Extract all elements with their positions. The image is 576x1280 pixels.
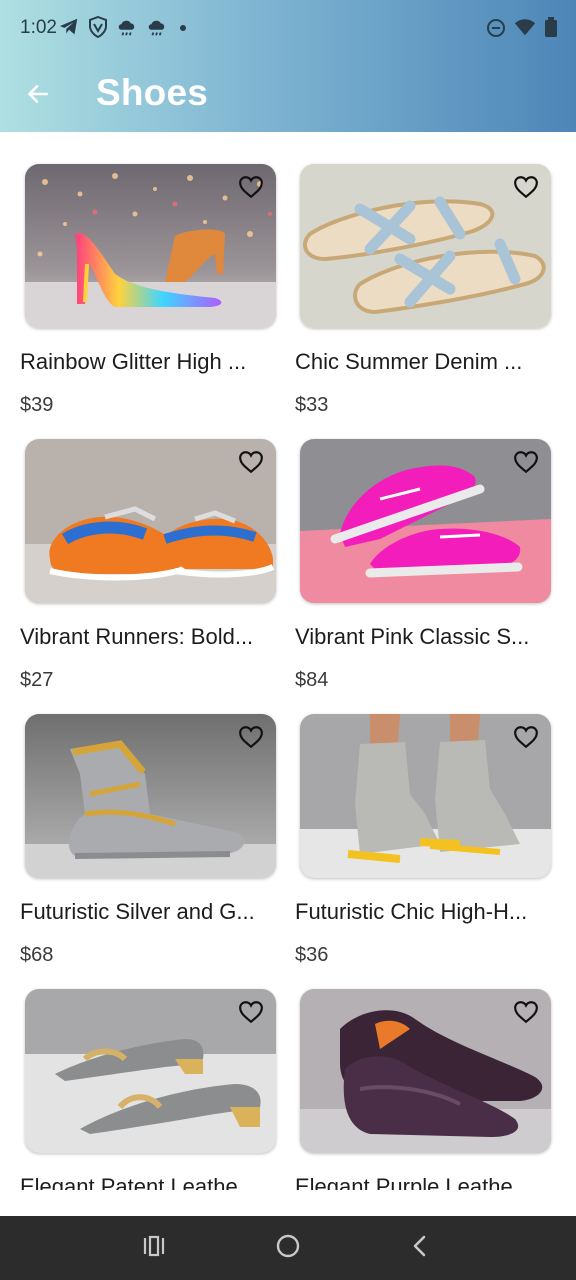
product-name: Elegant Patent Leathe bbox=[20, 1174, 238, 1190]
nav-back-button[interactable] bbox=[400, 1230, 440, 1266]
heart-outline-icon bbox=[513, 1000, 539, 1029]
product-price: $39 bbox=[20, 394, 54, 416]
product-card[interactable]: Vibrant Runners: Bold... $27 bbox=[20, 439, 285, 709]
rain-cloud-icon bbox=[146, 16, 168, 38]
product-image[interactable] bbox=[25, 989, 276, 1153]
wifi-icon bbox=[514, 16, 536, 38]
product-grid[interactable]: Rainbow Glitter High ... $39 Chic Summer… bbox=[0, 132, 576, 1190]
product-price: $68 bbox=[20, 944, 54, 966]
product-card[interactable]: Elegant Patent Leathe bbox=[20, 989, 285, 1190]
product-image[interactable] bbox=[300, 714, 551, 878]
page-title: Shoes bbox=[96, 72, 209, 113]
favorite-button[interactable] bbox=[511, 724, 541, 754]
back-icon bbox=[409, 1234, 431, 1263]
product-card[interactable]: Futuristic Silver and G... $68 bbox=[20, 714, 285, 984]
app-header: 1:02 Shoes bbox=[0, 0, 576, 132]
status-bar: 1:02 bbox=[0, 0, 576, 58]
product-image[interactable] bbox=[300, 989, 551, 1153]
product-name: Chic Summer Denim ... bbox=[295, 349, 523, 374]
product-image[interactable] bbox=[300, 164, 551, 328]
status-time: 1:02 bbox=[20, 17, 57, 38]
product-card[interactable]: Rainbow Glitter High ... $39 bbox=[20, 164, 285, 434]
favorite-button[interactable] bbox=[236, 449, 266, 479]
product-image[interactable] bbox=[25, 164, 276, 328]
product-name: Vibrant Pink Classic S... bbox=[295, 624, 530, 649]
favorite-button[interactable] bbox=[511, 449, 541, 479]
favorite-button[interactable] bbox=[236, 999, 266, 1029]
recent-apps-button[interactable] bbox=[134, 1230, 174, 1266]
product-name: Vibrant Runners: Bold... bbox=[20, 624, 254, 649]
favorite-button[interactable] bbox=[236, 174, 266, 204]
favorite-button[interactable] bbox=[511, 999, 541, 1029]
status-icons-right bbox=[486, 16, 558, 38]
home-button[interactable] bbox=[268, 1230, 308, 1266]
product-image[interactable] bbox=[300, 439, 551, 603]
heart-outline-icon bbox=[513, 175, 539, 204]
product-card[interactable]: Chic Summer Denim ... $33 bbox=[295, 164, 560, 434]
product-card[interactable]: Vibrant Pink Classic S... $84 bbox=[295, 439, 560, 709]
heart-outline-icon bbox=[238, 1000, 264, 1029]
product-name: Futuristic Chic High-H... bbox=[295, 899, 528, 924]
favorite-button[interactable] bbox=[511, 174, 541, 204]
arrow-left-icon bbox=[25, 81, 51, 112]
product-name: Rainbow Glitter High ... bbox=[20, 349, 247, 374]
product-price: $27 bbox=[20, 669, 54, 691]
back-button[interactable] bbox=[18, 76, 58, 116]
product-price: $33 bbox=[295, 394, 329, 416]
telegram-icon bbox=[58, 16, 80, 38]
vpn-shield-icon bbox=[88, 16, 108, 38]
product-price: $84 bbox=[295, 669, 329, 691]
home-icon bbox=[275, 1233, 301, 1264]
heart-outline-icon bbox=[513, 450, 539, 479]
battery-icon bbox=[544, 16, 558, 38]
heart-outline-icon bbox=[238, 175, 264, 204]
rain-cloud-icon bbox=[116, 16, 138, 38]
product-name: Futuristic Silver and G... bbox=[20, 899, 255, 924]
product-name: Elegant Purple Leathe bbox=[295, 1174, 513, 1190]
heart-outline-icon bbox=[238, 725, 264, 754]
heart-outline-icon bbox=[513, 725, 539, 754]
product-card[interactable]: Futuristic Chic High-H... $36 bbox=[295, 714, 560, 984]
favorite-button[interactable] bbox=[236, 724, 266, 754]
product-image[interactable] bbox=[25, 714, 276, 878]
product-price: $36 bbox=[295, 944, 329, 966]
recent-apps-icon bbox=[142, 1235, 166, 1262]
dot-icon bbox=[176, 16, 190, 38]
system-nav-bar bbox=[0, 1216, 576, 1280]
status-icons-left bbox=[58, 16, 190, 38]
product-image[interactable] bbox=[25, 439, 276, 603]
heart-outline-icon bbox=[238, 450, 264, 479]
do-not-disturb-icon bbox=[486, 16, 506, 38]
product-card[interactable]: Elegant Purple Leathe bbox=[295, 989, 560, 1190]
